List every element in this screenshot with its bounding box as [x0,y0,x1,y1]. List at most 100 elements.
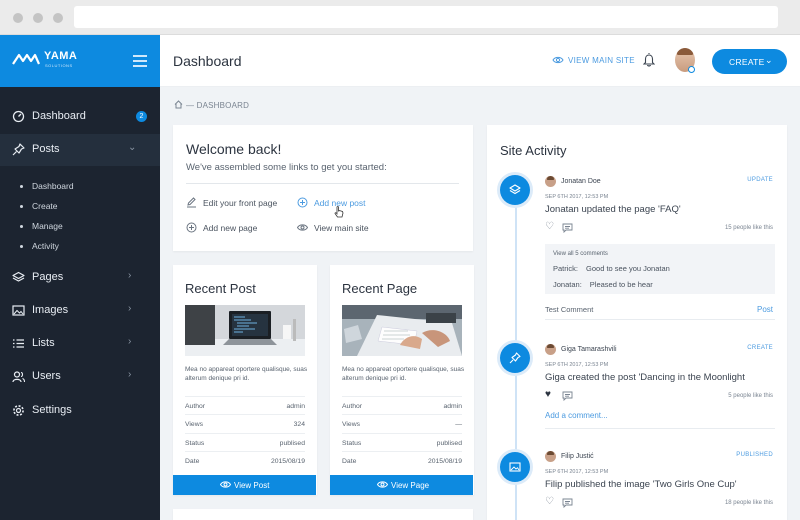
sidebar-item-pages[interactable]: Pages › [0,262,160,294]
image-icon [509,462,521,472]
sidebar-item-label: Settings [32,404,72,416]
submenu-item-manage[interactable]: Manage [20,221,63,231]
sidebar-item-dashboard[interactable]: Dashboard 2 [0,101,160,133]
like-count: 5 people like this [728,393,773,399]
window-close-dot[interactable] [13,13,23,23]
sidebar-item-users[interactable]: Users › [0,361,160,393]
meta-value: admin [286,403,305,410]
activity-text: Jonatan updated the page 'FAQ' [545,204,681,215]
meta-key: Author [342,403,363,410]
yama-logo-icon [12,53,40,65]
sidebar-item-images[interactable]: Images › [0,295,160,327]
post-thumbnail[interactable] [185,305,305,356]
welcome-subtitle: We've assembled some links to get you st… [186,162,387,173]
comment-text: Good to see you Jonatan [586,264,670,273]
comment-icon[interactable] [562,498,573,508]
home-icon[interactable] [174,100,183,109]
meta-value: 324 [293,421,305,428]
list-icon [13,339,24,348]
submenu-label: Create [32,201,58,211]
activity-tag: UPDATE [747,177,773,183]
comment-icon[interactable] [562,391,573,401]
view-main-site-link[interactable]: VIEW MAIN SITE [552,56,635,65]
heart-icon[interactable]: ♡ [545,496,554,507]
submenu-label: Activity [32,241,59,251]
image-icon [12,305,25,316]
submenu-item-activity[interactable]: Activity [20,241,59,251]
avatar [545,451,556,462]
activity-text: Filip published the image 'Two Girls One… [545,479,737,490]
heart-filled-icon[interactable]: ♥ [545,389,551,400]
view-main-site-link[interactable]: View main site [297,223,369,233]
gauge-icon [12,110,25,123]
add-new-page-link[interactable]: Add new page [186,222,258,233]
submenu-item-create[interactable]: Create [20,201,58,211]
page-thumbnail[interactable] [342,305,462,356]
edit-front-page-link[interactable]: Edit your front page [186,197,278,208]
welcome-card: Welcome back! We've assembled some links… [173,125,473,251]
activity-tag: CREATE [747,345,773,351]
brand-tagline: SOLUTIONS [45,63,73,68]
comment-icon[interactable] [562,223,573,233]
meta-row-views: Views — [342,414,462,432]
view-post-button[interactable]: View Post [173,475,316,495]
recent-post-card: Recent Post Mea no apparеat oportere qua… [173,265,317,495]
sidebar-item-lists[interactable]: Lists › [0,328,160,360]
meta-row-date: Date 2015/08/19 [185,451,305,469]
submenu-label: Manage [32,221,63,231]
link-label: Edit your front page [203,198,278,208]
online-status-dot [688,66,695,73]
post-comment-button[interactable]: Post [757,305,773,314]
meta-value: 2015/08/19 [270,458,305,465]
next-card [173,509,473,520]
laptop-image [185,305,305,356]
page-description: Mea no apparеat oportere qualisque, suas… [342,366,465,382]
link-label: View main site [314,223,369,233]
meta-row-author: Author admin [342,396,462,414]
meeting-image [342,305,462,356]
card-title: Recent Page [342,281,418,296]
main-content: — DASHBOARD Welcome back! We've assemble… [160,87,800,520]
address-bar[interactable] [74,6,778,28]
site-activity-card: Site Activity Jonatan Doe UPDATE SEP 6TH… [487,125,787,520]
avatar [545,176,556,187]
activity-user[interactable]: Filip Justić [561,453,594,460]
eye-icon [297,224,308,231]
view-page-button[interactable]: View Page [330,475,473,495]
activity-tag: PUBLISHED [736,452,773,458]
add-comment-link[interactable]: Add a comment... [545,411,608,420]
sidebar-item-label: Users [32,370,61,382]
submenu-item-dashboard[interactable]: Dashboard [20,181,74,191]
view-all-comments-link[interactable]: View all 5 comments [553,251,608,257]
comment-author: Patrick: [553,264,579,273]
meta-value: publised [279,440,305,447]
comment: Jonatan: Pleased to be hear [553,280,653,289]
menu-toggle-icon[interactable] [133,55,147,67]
activity-user[interactable]: Giga Tamarashvili [561,346,617,353]
comment-input[interactable]: Test Comment [545,305,593,314]
bell-icon[interactable] [643,52,655,67]
plus-circle-icon [186,222,197,233]
brand-name: YAMA [44,50,78,62]
timeline-node-update [500,175,530,205]
link-label: Add new page [203,223,258,233]
meta-value: 2015/08/19 [427,458,462,465]
window-minimize-dot[interactable] [33,13,43,23]
submenu-label: Dashboard [32,181,74,191]
meta-value: admin [443,403,462,410]
sidebar-item-posts[interactable]: Posts ⌄ [0,134,160,166]
window-maximize-dot[interactable] [53,13,63,23]
activity-date: SEP 6TH 2017, 12:53 PM [545,362,609,368]
add-new-post-link[interactable]: Add new post [297,197,366,208]
sidebar-item-settings[interactable]: Settings [0,395,160,427]
like-count: 15 people like this [724,225,773,231]
sidebar-item-label: Dashboard [32,110,86,122]
heart-icon[interactable]: ♡ [545,221,554,232]
sidebar-item-label: Posts [32,143,60,155]
activity-date: SEP 6TH 2017, 12:53 PM [545,469,609,475]
meta-key: Status [342,440,362,447]
timeline-node-create [500,343,530,373]
activity-user[interactable]: Jonatan Doe [561,178,601,185]
create-button[interactable]: CREATE ⌄ [712,49,787,74]
divider [545,319,775,320]
